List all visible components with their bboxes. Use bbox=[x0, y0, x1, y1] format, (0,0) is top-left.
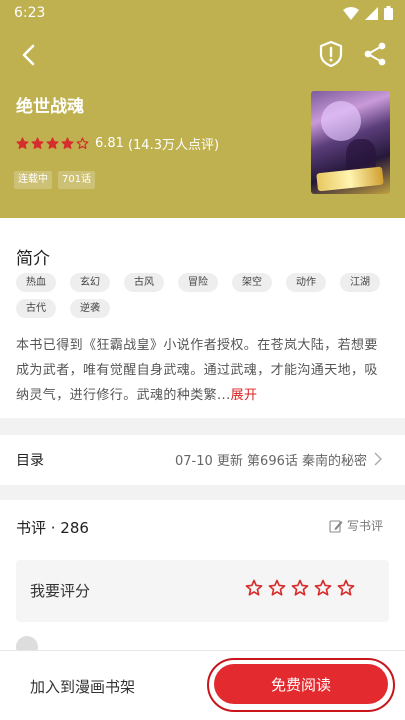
latest-chapter: 第696话 秦南的秘密 bbox=[247, 454, 367, 469]
chapter-count-badge: 701话 bbox=[58, 171, 96, 189]
write-review-label: 写书评 bbox=[346, 519, 383, 533]
edit-icon bbox=[329, 519, 343, 533]
intro-text: 本书已得到《狂霸战皇》小说作者授权。在苍岚大陆，若想要成为武者，唯有觉醒自身武魂… bbox=[16, 333, 384, 408]
tag-item[interactable]: 架空 bbox=[232, 273, 272, 292]
book-cover[interactable] bbox=[311, 91, 390, 194]
tag-list: 热血 玄幻 古风 冒险 架空 动作 江湖 古代 逆袭 bbox=[16, 273, 386, 318]
expand-link[interactable]: 展开 bbox=[231, 388, 258, 403]
star-filled-icon bbox=[16, 137, 29, 149]
write-review-button[interactable]: 写书评 bbox=[329, 517, 383, 534]
status-time: 6:23 bbox=[14, 5, 46, 21]
rating-stars bbox=[16, 137, 89, 150]
share-button[interactable] bbox=[362, 40, 388, 68]
rating-score: 6.81 bbox=[95, 136, 124, 151]
share-icon bbox=[364, 42, 386, 66]
serial-status-badge: 连载中 bbox=[14, 171, 52, 189]
tag-item[interactable]: 古代 bbox=[16, 299, 56, 318]
free-read-button[interactable]: 免费阅读 bbox=[214, 664, 388, 704]
rate-label: 我要评分 bbox=[30, 582, 91, 600]
rate-stars[interactable] bbox=[245, 579, 355, 597]
rate-star-icon[interactable] bbox=[245, 579, 263, 597]
review-item bbox=[16, 632, 389, 658]
tag-item[interactable]: 动作 bbox=[286, 273, 326, 292]
cover-logo bbox=[316, 166, 384, 192]
star-filled-icon bbox=[46, 137, 59, 149]
rating-row: 6.81 (14.3万人点评) bbox=[16, 134, 219, 153]
update-word: 更新 bbox=[216, 454, 243, 469]
tag-item[interactable]: 逆袭 bbox=[70, 299, 110, 318]
intro-heading: 简介 bbox=[16, 249, 50, 269]
intro-body: 本书已得到《狂霸战皇》小说作者授权。在苍岚大陆，若想要成为武者，唯有觉醒自身武魂… bbox=[16, 338, 378, 403]
report-button[interactable] bbox=[318, 40, 344, 68]
book-title: 绝世战魂 bbox=[16, 97, 84, 117]
shield-icon bbox=[319, 40, 343, 68]
tag-item[interactable]: 古风 bbox=[124, 273, 164, 292]
chevron-left-icon bbox=[22, 44, 35, 66]
battery-icon bbox=[384, 6, 393, 20]
tag-item[interactable]: 热血 bbox=[16, 273, 56, 292]
star-filled-icon bbox=[31, 137, 44, 149]
rating-count: (14.3万人点评) bbox=[127, 138, 220, 153]
wifi-icon bbox=[343, 6, 359, 20]
rate-box: 我要评分 bbox=[16, 560, 389, 622]
toc-label: 目录 bbox=[16, 453, 44, 469]
tag-item[interactable]: 玄幻 bbox=[70, 273, 110, 292]
signal-icon bbox=[365, 6, 378, 20]
star-outline-icon bbox=[76, 137, 89, 149]
rate-star-icon[interactable] bbox=[314, 579, 332, 597]
tag-item[interactable]: 江湖 bbox=[340, 273, 380, 292]
tag-item[interactable]: 冒险 bbox=[178, 273, 218, 292]
status-icons bbox=[343, 6, 393, 20]
update-date: 07-10 bbox=[174, 454, 213, 469]
rate-star-icon[interactable] bbox=[291, 579, 309, 597]
star-filled-icon bbox=[61, 137, 74, 149]
chevron-right-icon bbox=[374, 452, 382, 466]
add-to-shelf-button[interactable]: 加入到漫画书架 bbox=[30, 676, 190, 697]
status-bar: 6:23 bbox=[0, 0, 405, 26]
rate-star-icon[interactable] bbox=[268, 579, 286, 597]
review-title: 书评 · 286 bbox=[16, 519, 89, 537]
status-badges: 连载中 701话 bbox=[14, 171, 96, 189]
back-button[interactable] bbox=[14, 40, 44, 70]
cover-art-figure bbox=[321, 101, 361, 141]
latest-update: 07-10 更新 第696话 秦南的秘密 bbox=[175, 450, 367, 469]
rate-star-icon[interactable] bbox=[337, 579, 355, 597]
